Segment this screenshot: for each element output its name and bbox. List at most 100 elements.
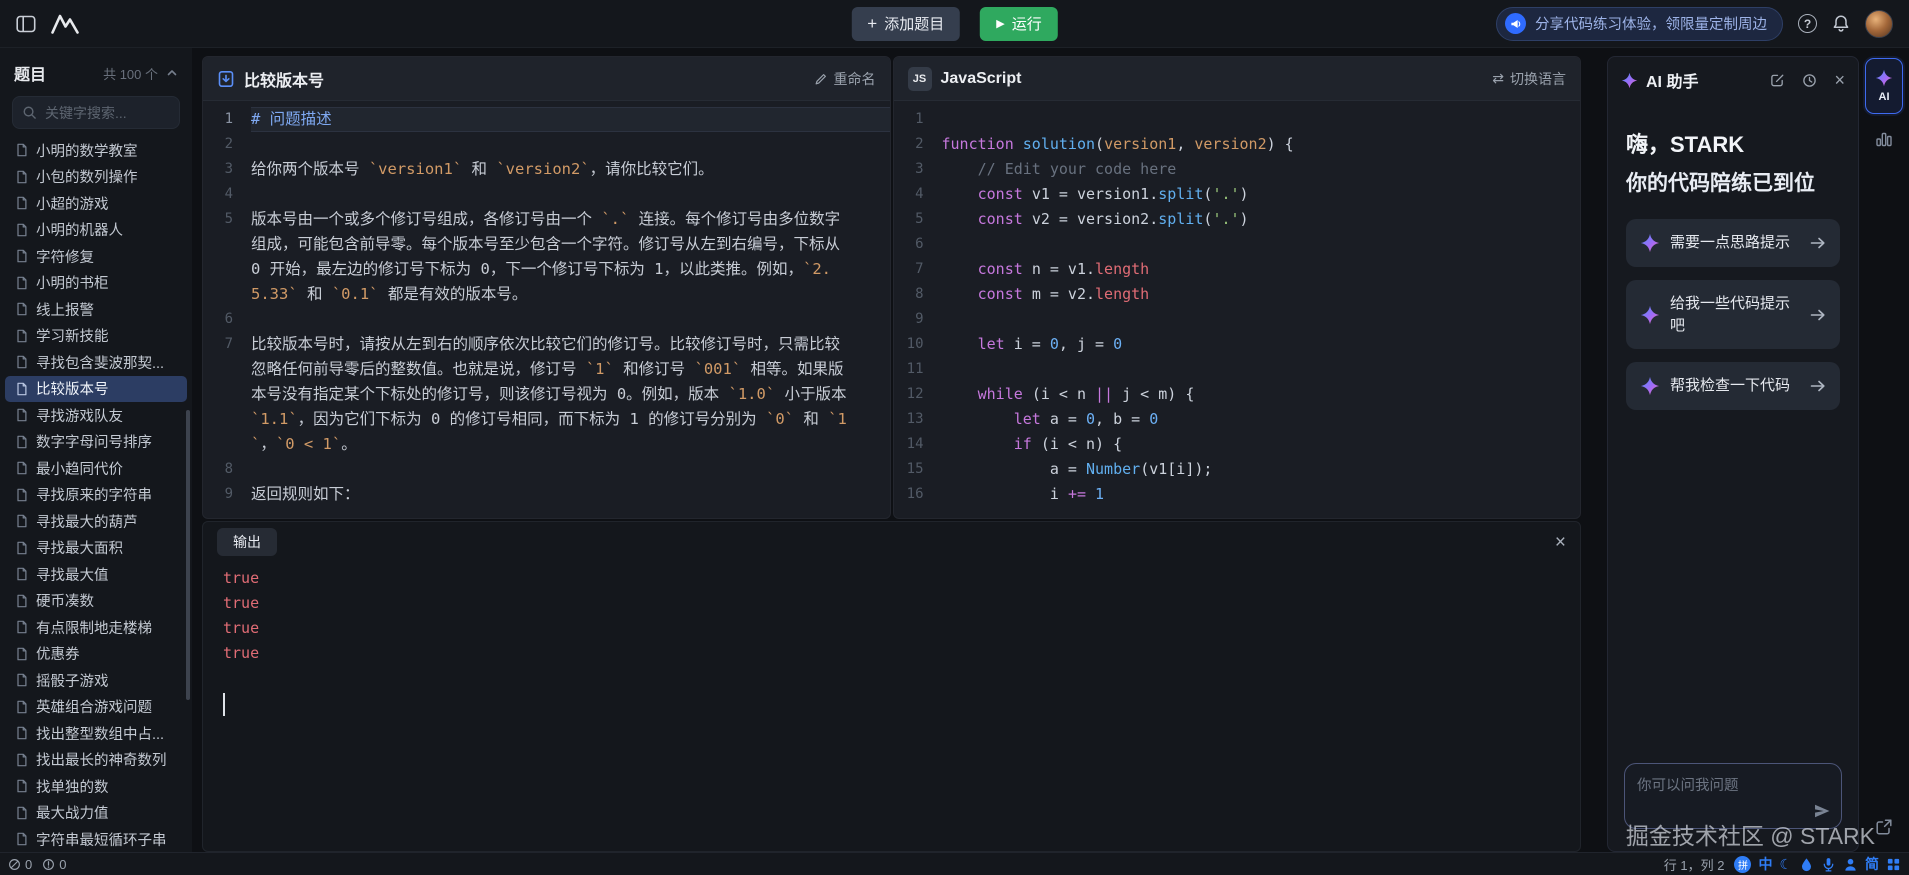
problem-list-item[interactable]: 找出整型数组中占... <box>5 720 187 747</box>
ime-simplified-icon[interactable]: 简 <box>1865 857 1879 871</box>
editor-line: 1 <box>915 111 924 127</box>
document-icon <box>15 223 28 237</box>
ai-sparkle-icon <box>1875 69 1893 87</box>
problem-list-item[interactable]: 字符修复 <box>5 243 187 270</box>
problem-list-item[interactable]: 线上报警 <box>5 296 187 323</box>
bell-icon[interactable] <box>1832 14 1850 33</box>
problem-list-item[interactable]: 摇骰子游戏 <box>5 667 187 694</box>
code-editor[interactable]: 1 2 function solution(version1, version2) … <box>894 101 1581 518</box>
search-input[interactable] <box>12 96 180 129</box>
history-icon[interactable] <box>1802 73 1817 88</box>
problem-list-item[interactable]: 小明的机器人 <box>5 217 187 244</box>
problem-list-item[interactable]: 小明的数学教室 <box>5 137 187 164</box>
problem-list-item[interactable]: 最小趋同代价 <box>5 455 187 482</box>
problem-list-item[interactable]: 数字字母问号排序 <box>5 429 187 456</box>
problem-list-item[interactable]: 英雄组合游戏问题 <box>5 694 187 721</box>
chevron-up-icon[interactable] <box>166 67 178 79</box>
editor-line: 5 const v2 = version2.split('.') <box>915 210 1249 228</box>
close-icon[interactable]: × <box>1834 70 1845 91</box>
ime-account-icon[interactable] <box>1843 857 1858 872</box>
text-cursor <box>223 693 225 716</box>
new-chat-icon[interactable] <box>1770 73 1785 88</box>
expand-panel-icon[interactable] <box>1875 818 1893 836</box>
editor-line: 8 const m = v2.length <box>915 285 1150 303</box>
ai-input-box[interactable] <box>1624 763 1842 829</box>
problem-list-item[interactable]: 比较版本号 <box>5 375 187 402</box>
cursor-position[interactable]: 行 1，列 2 <box>1664 855 1725 874</box>
topbar-right: 分享代码练习体验，领限量定制周边 ? <box>1496 6 1893 41</box>
problem-list-item[interactable]: 寻找最大面积 <box>5 535 187 562</box>
problem-list-item[interactable]: 寻找原来的字符串 <box>5 482 187 509</box>
problem-list-item[interactable]: 硬币凑数 <box>5 588 187 615</box>
code-panel: JS JavaScript ⇄ 切换语言 1 2 function solution… <box>892 56 1581 519</box>
ai-tab[interactable]: AI <box>1865 58 1903 114</box>
search-box[interactable] <box>12 96 180 129</box>
add-question-button[interactable]: + 添加题目 <box>851 6 961 41</box>
problem-list-item[interactable]: 学习新技能 <box>5 323 187 350</box>
document-icon <box>15 673 28 687</box>
editor-line: 7 const n = v1.length <box>915 260 1150 278</box>
problem-title-label: 数字字母问号排序 <box>36 435 152 452</box>
document-icon <box>15 594 28 608</box>
markdown-editor[interactable]: 1 # 问题描述 2 3 给你两个版本号 `version1` 和 `version2`… <box>203 101 890 518</box>
document-icon <box>15 806 28 820</box>
problem-title-label: 最大战力值 <box>36 806 109 823</box>
problem-list-item[interactable]: 找单独的数 <box>5 773 187 800</box>
ime-grid-icon[interactable] <box>1886 857 1901 872</box>
document-icon <box>15 382 28 396</box>
problem-list-item[interactable]: 寻找游戏队友 <box>5 402 187 429</box>
promo-banner[interactable]: 分享代码练习体验，领限量定制周边 <box>1496 6 1783 41</box>
ai-suggestion-card[interactable]: 给我一些代码提示吧 <box>1626 279 1840 350</box>
sidebar-toggle-icon[interactable] <box>16 15 36 33</box>
sidebar-title: 题目 <box>14 67 47 84</box>
problem-list-item[interactable]: 优惠券 <box>5 641 187 668</box>
error-indicator[interactable]: 0 <box>8 857 32 872</box>
help-icon[interactable]: ? <box>1798 14 1817 33</box>
switch-language-button[interactable]: ⇄ 切换语言 <box>1492 69 1566 89</box>
app-logo[interactable] <box>50 13 80 35</box>
ime-night-icon[interactable]: ☾ <box>1779 857 1792 871</box>
sidebar-header: 题目 共 100 个 <box>0 48 192 94</box>
ime-pinyin-icon[interactable]: 拼 <box>1734 855 1752 873</box>
ai-suggestion-card[interactable]: 需要一点思路提示 <box>1626 219 1840 267</box>
leaderboard-icon[interactable] <box>1875 130 1893 148</box>
rename-button[interactable]: 重命名 <box>814 69 876 89</box>
ime-ink-icon[interactable] <box>1799 857 1814 872</box>
ime-mic-icon[interactable] <box>1821 857 1836 872</box>
problem-list-item[interactable]: 小超的游戏 <box>5 190 187 217</box>
problem-list-item[interactable]: 最大战力值 <box>5 800 187 827</box>
question-count: 共 100 个 <box>103 66 158 82</box>
content: 题目 共 100 个 小明的数学教室 <box>0 48 1909 852</box>
rename-label: 重命名 <box>833 70 876 87</box>
send-icon[interactable] <box>1813 802 1831 820</box>
ai-subgreeting: 你的代码陪练已到位 <box>1626 172 1815 195</box>
problem-list-item[interactable]: 寻找最大的葫芦 <box>5 508 187 535</box>
problem-list-item[interactable]: 小明的书柜 <box>5 270 187 297</box>
problem-title-label: 英雄组合游戏问题 <box>36 700 152 717</box>
promo-banner-text: 分享代码练习体验，领限量定制周边 <box>1535 17 1767 33</box>
problem-list-item[interactable]: 字符串最短循环子串 <box>5 826 187 852</box>
document-icon <box>15 779 28 793</box>
ai-question-input[interactable] <box>1625 764 1841 828</box>
editor-line: 2 function solution(version1, version2) { <box>915 135 1294 153</box>
problem-list-item[interactable]: 寻找最大值 <box>5 561 187 588</box>
problem-list-item[interactable]: 有点限制地走楼梯 <box>5 614 187 641</box>
warning-indicator[interactable]: 0 <box>42 857 66 872</box>
ime-chinese-icon[interactable]: 中 <box>1758 857 1772 871</box>
pencil-icon <box>815 73 826 84</box>
editor-line: 2 <box>224 136 233 152</box>
output-tab[interactable]: 输出 <box>217 528 277 556</box>
output-console[interactable]: true true true true <box>203 562 1580 716</box>
document-icon <box>15 647 28 661</box>
problem-list-item[interactable]: 小包的数列操作 <box>5 164 187 191</box>
problem-list-item[interactable]: 寻找包含斐波那契... <box>5 349 187 376</box>
problem-list-item[interactable]: 找出最长的神奇数列 <box>5 747 187 774</box>
run-button[interactable]: ▶ 运行 <box>980 6 1058 41</box>
editor-line: 5 版本号由一个或多个修订号组成，各修订号由一个 `.` 连接。每个修订号由多位数… <box>224 210 850 303</box>
avatar[interactable] <box>1865 9 1893 38</box>
sidebar-scrollbar[interactable] <box>186 410 190 700</box>
main-area: 比较版本号 重命名 1 # 问题描述 2 3 给你两个版本号 `version1` 和 … <box>202 48 1581 852</box>
close-icon[interactable]: × <box>1555 533 1566 552</box>
ai-suggestion-card[interactable]: 帮我检查一下代码 <box>1626 362 1840 410</box>
ai-assistant-panel: AI 助手 × 嗨，STARK 你的代码陪练已到位 需要一点思路提示 给我一些代… <box>1607 56 1859 852</box>
